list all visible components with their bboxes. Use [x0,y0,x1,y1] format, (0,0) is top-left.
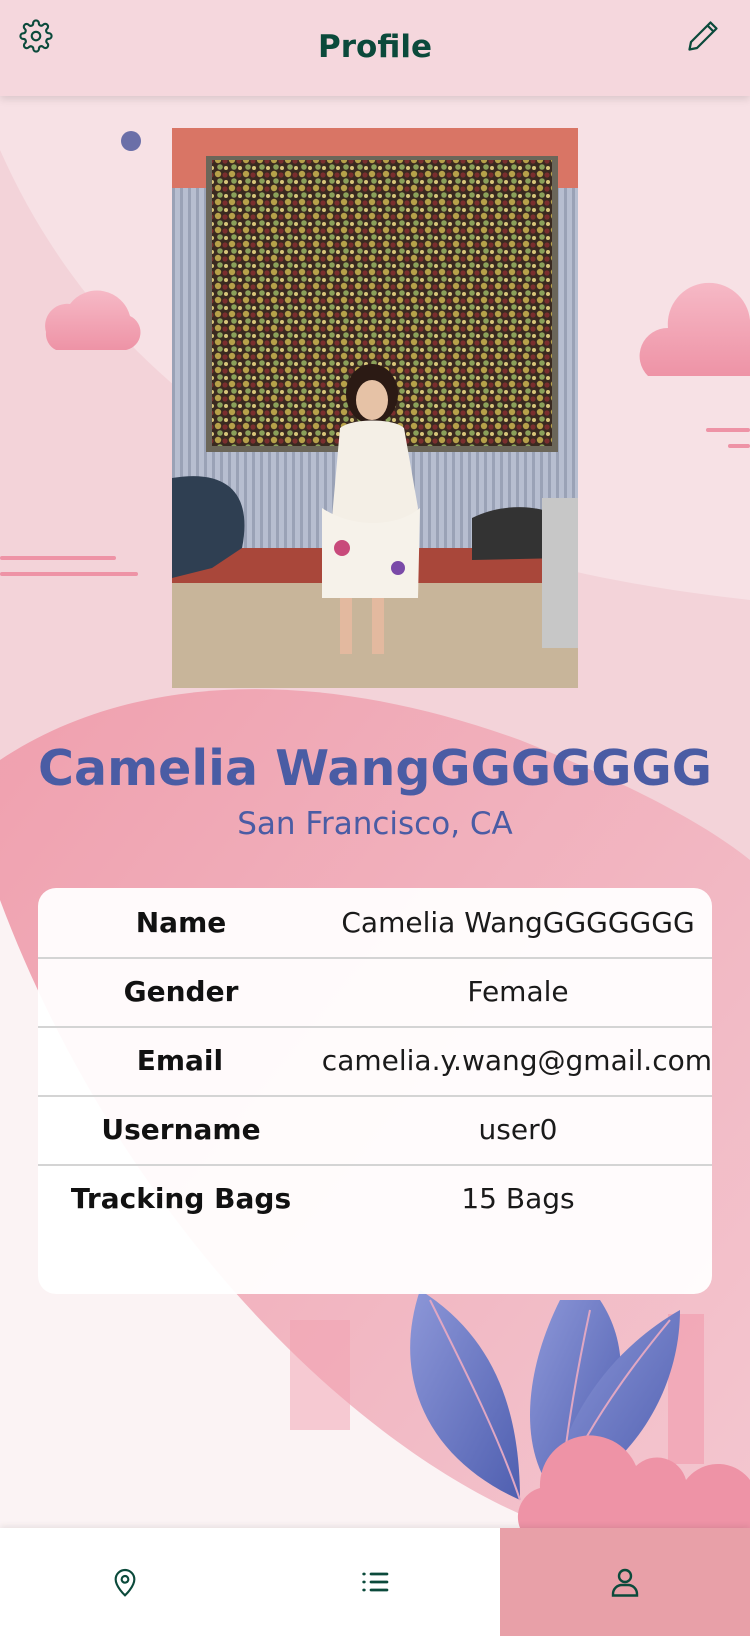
detail-label: Gender [123,975,239,1008]
profile-photo [172,128,578,688]
detail-label: Email [136,1044,224,1077]
bottom-nav [0,1528,750,1636]
detail-row-tracking-bags: Tracking Bags 15 Bags [38,1164,712,1233]
detail-label: Name [135,906,227,939]
nav-item-map[interactable] [0,1528,250,1636]
app-header: Profile [0,0,750,96]
user-icon [611,1568,639,1597]
detail-row-gender: Gender Female [38,957,712,1028]
pencil-icon[interactable] [683,16,723,56]
detail-value: user0 [478,1113,558,1146]
detail-label: Tracking Bags [70,1182,292,1215]
profile-details-card: Name Camelia WangGGGGGGG Gender Female E… [38,888,712,1294]
map-pin-icon [114,1568,136,1597]
detail-row-username: Username user0 [38,1095,712,1166]
nav-item-list[interactable] [250,1528,500,1636]
detail-row-name: Name Camelia WangGGGGGGG [38,888,712,959]
detail-row-email: Email camelia.y.wang@gmail.com [38,1026,712,1097]
profile-location: San Francisco, CA [237,806,513,842]
detail-value: Female [467,975,569,1008]
list-icon [362,1572,389,1592]
detail-value: 15 Bags [461,1182,575,1215]
page-title: Profile [318,29,432,65]
detail-label: Username [101,1113,261,1146]
gear-icon[interactable] [16,16,56,56]
nav-item-profile[interactable] [500,1528,750,1636]
profile-name: Camelia WangGGGGGGG [38,740,712,797]
detail-value: camelia.y.wang@gmail.com [321,1044,712,1077]
detail-value: Camelia WangGGGGGGG [341,906,695,939]
